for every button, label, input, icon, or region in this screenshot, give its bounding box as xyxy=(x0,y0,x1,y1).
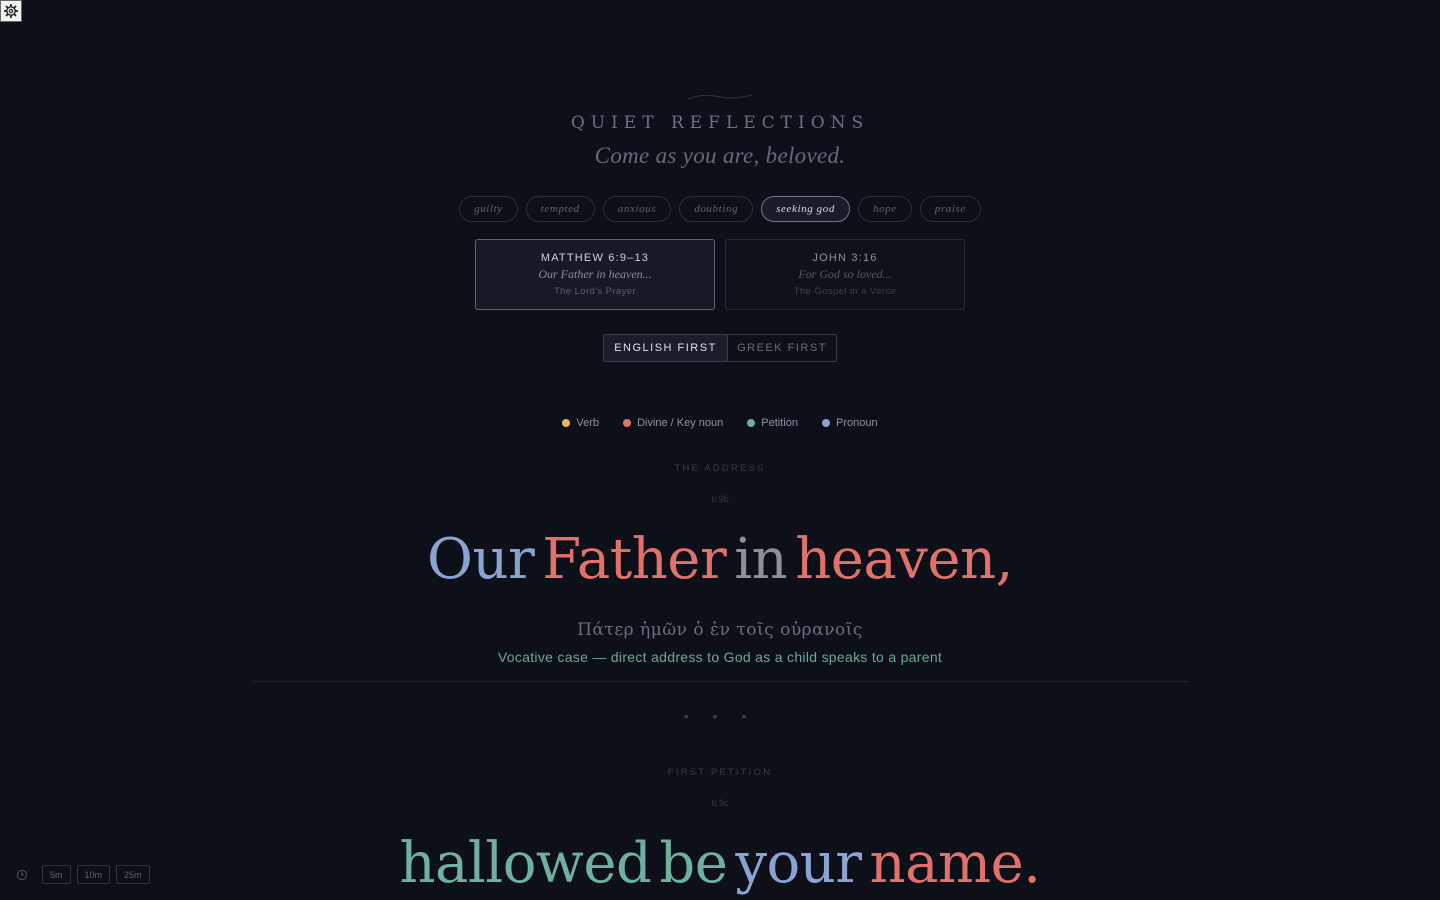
page-title: QUIET REFLECTIONS xyxy=(570,113,870,133)
passage-reference: MATTHEW 6:9–13 xyxy=(540,252,650,264)
legend-item-pronoun: Pronoun xyxy=(821,417,878,429)
verse-word[interactable]: name. xyxy=(870,831,1042,896)
verse-word[interactable]: your xyxy=(735,831,862,896)
passage-card-matthew[interactable]: MATTHEW 6:9–13 Our Father in heaven... T… xyxy=(475,239,715,310)
section-separator: • • • xyxy=(683,708,757,724)
clock-icon xyxy=(16,869,28,880)
mood-chip-doubting[interactable]: doubting xyxy=(679,196,754,222)
greek-text: Πάτερ ἡμῶν ὁ ἐν τοῖς οὐρανοῖς xyxy=(577,620,863,640)
passage-opening-line: For God so loved... xyxy=(798,267,892,281)
section-label-first-petition: FIRST PETITION xyxy=(667,767,773,778)
verse-reference: 6:9c xyxy=(711,798,729,808)
verse-line-address: Our Father in heaven, xyxy=(0,527,1440,592)
legend-item-verb: Verb xyxy=(562,417,599,429)
verse-word[interactable]: hallowed xyxy=(399,831,651,896)
passage-name: The Lord's Prayer xyxy=(553,286,636,297)
timer-25m-button[interactable]: 25m xyxy=(116,865,150,884)
language-order-toggle: ENGLISH FIRST GREEK FIRST xyxy=(603,334,837,362)
verse-line-first-petition: hallowed be your name. xyxy=(0,831,1440,896)
settings-gear-button[interactable] xyxy=(0,0,22,22)
timer-10m-button[interactable]: 10m xyxy=(76,865,111,884)
legend-label: Verb xyxy=(576,417,600,429)
gear-icon xyxy=(4,4,18,18)
verse-reference: 6:9b xyxy=(711,494,729,504)
section-divider xyxy=(253,681,1188,682)
grammar-note: Vocative case — direct address to God as… xyxy=(497,649,943,665)
legend-label: Petition xyxy=(761,417,798,429)
english-first-button[interactable]: ENGLISH FIRST xyxy=(604,335,728,361)
word-type-legend: Verb Divine / Key noun Petition Pronoun xyxy=(0,417,1440,429)
ornament-flourish xyxy=(687,94,753,100)
legend-dot-divine xyxy=(623,419,632,427)
mood-chip-praise[interactable]: praise xyxy=(919,196,981,222)
legend-label: Divine / Key noun xyxy=(637,417,724,429)
legend-item-petition: Petition xyxy=(747,417,798,429)
mood-chip-seeking-god[interactable]: seeking god xyxy=(761,196,850,222)
greek-first-button[interactable]: GREEK FIRST xyxy=(728,335,836,361)
passage-name: The Gospel in a Verse xyxy=(793,286,897,297)
mood-chip-anxious[interactable]: anxious xyxy=(602,196,672,222)
mood-filter-list: guilty tempted anxious doubting seeking … xyxy=(0,196,1440,222)
passage-reference: JOHN 3:16 xyxy=(812,252,878,264)
verse-word[interactable]: be xyxy=(659,831,728,896)
passage-card-john[interactable]: JOHN 3:16 For God so loved... The Gospel… xyxy=(725,239,965,310)
timer-5m-button[interactable]: 5m xyxy=(42,865,71,884)
mood-chip-tempted[interactable]: tempted xyxy=(525,196,595,222)
mood-chip-hope[interactable]: hope xyxy=(857,196,912,222)
verse-word[interactable]: Father xyxy=(542,527,726,592)
legend-dot-petition xyxy=(747,419,756,427)
legend-dot-verb xyxy=(562,419,571,427)
legend-dot-pronoun xyxy=(821,419,830,427)
passage-opening-line: Our Father in heaven... xyxy=(538,267,652,281)
verse-word[interactable]: heaven, xyxy=(795,527,1013,592)
page-subtitle: Come as you are, beloved. xyxy=(594,143,846,168)
legend-label: Pronoun xyxy=(835,417,878,429)
verse-word[interactable]: in xyxy=(734,527,787,592)
mood-chip-guilty[interactable]: guilty xyxy=(459,196,518,222)
verse-word[interactable]: Our xyxy=(427,527,535,592)
reflection-timer: 5m 10m 25m xyxy=(16,865,150,884)
legend-item-divine: Divine / Key noun xyxy=(623,417,723,429)
section-label-address: THE ADDRESS xyxy=(674,463,766,474)
